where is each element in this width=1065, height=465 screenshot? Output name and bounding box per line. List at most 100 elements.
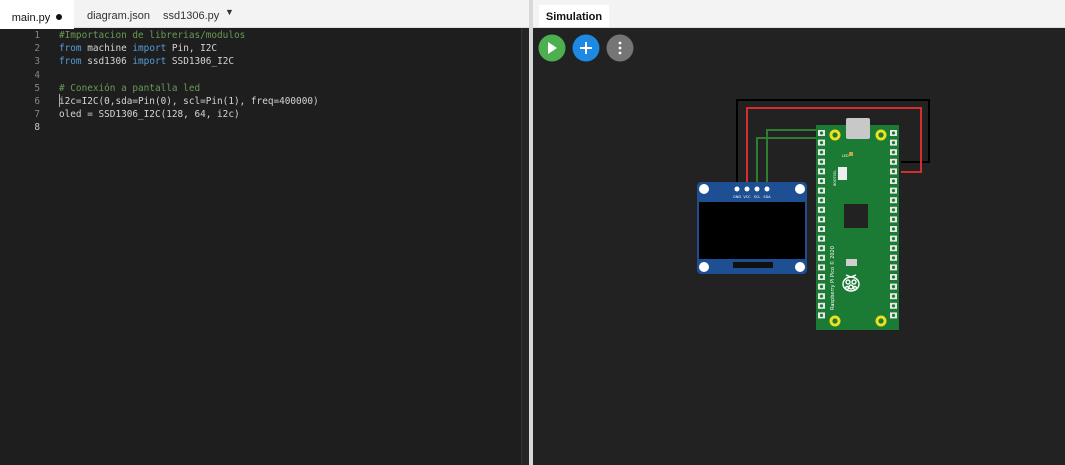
pico-pin-hole [891, 285, 896, 289]
tab-diagram-json[interactable]: diagram.json [87, 0, 150, 27]
code-text: from machine import Pin, I2C [59, 42, 217, 55]
pico-pin-hole [891, 189, 896, 193]
code-token: ssd1306 [81, 56, 133, 68]
pico-pin-hole [819, 217, 824, 221]
play-button[interactable] [538, 34, 566, 62]
code-line[interactable]: 3 from ssd1306 import SSD1306_I2C [0, 55, 521, 68]
editor-tab-bar: main.py diagram.json ssd1306.py ▼ [0, 0, 529, 29]
unsaved-dot-icon [56, 14, 63, 21]
pico-pin-hole [819, 198, 824, 202]
code-line[interactable]: 6 i2c=I2C(0,sda=Pin(0), scl=Pin(1), freq=… [0, 95, 521, 108]
pico-pin-hole [819, 275, 824, 279]
code-line[interactable]: 4 [0, 69, 521, 82]
pico-pin-hole [891, 304, 896, 308]
kebab-menu-icon [618, 41, 622, 55]
oled-pin-label: GND [733, 195, 741, 199]
pico-pin-hole [891, 227, 896, 231]
line-number: 6 [34, 96, 40, 107]
pico-pin-hole [891, 169, 896, 173]
code-line[interactable]: 8 [0, 121, 521, 134]
code-text: i2c=I2C(0,sda=Pin(0), scl=Pin(1), freq=4… [59, 95, 319, 108]
keyword-token: from [59, 56, 82, 68]
keyword-token: import [132, 56, 167, 68]
tab-ssd1306-py[interactable]: ssd1306.py [163, 0, 219, 27]
oled-ribbon [733, 262, 773, 268]
pico-pin-hole [891, 217, 896, 221]
line-number: 3 [34, 56, 40, 68]
tab-label: main.py [11, 12, 51, 24]
pico-pin-hole [819, 304, 824, 308]
code-token: oled = SSD1306_I2C(128, 64, i2c) [59, 109, 240, 121]
pico-pin-hole [819, 256, 824, 260]
pico-pin-hole [819, 169, 824, 173]
keyword-token: import [132, 43, 167, 55]
pico-pin-hole [891, 150, 896, 154]
pico-pin-hole [891, 313, 896, 317]
line-number: 4 [34, 69, 40, 81]
pico-pin-hole [891, 141, 896, 145]
pico-pin-hole [819, 131, 824, 135]
pico-pin-hole [891, 179, 896, 183]
pico-pin-hole [819, 265, 824, 269]
oled-screen [699, 202, 805, 259]
comment-token: #Importacion de librerias/modulos [59, 30, 246, 41]
pico-pin-hole [819, 237, 824, 241]
pico-pin-hole [891, 265, 896, 269]
caret-down-icon[interactable]: ▼ [225, 0, 234, 23]
pico-pin-hole [891, 160, 896, 164]
pico-pin-hole [819, 208, 824, 212]
pico-pin-hole [819, 150, 824, 154]
code-token: SSD1306_I2C [166, 56, 234, 68]
line-number: 2 [34, 43, 40, 55]
pico-pin-hole [891, 131, 896, 135]
code-line[interactable]: 1 #Importacion de librerias/modulos [0, 29, 521, 42]
comment-token: # Conexión a pantalla led [59, 82, 201, 94]
pico-pin-hole [891, 275, 896, 279]
pico-pin-hole [819, 294, 824, 298]
tab-label: diagram.json [87, 10, 150, 22]
code-text: #Importacion de librerias/modulos [59, 29, 245, 42]
code-line[interactable]: 5 # Conexión a pantalla led [0, 82, 521, 95]
pico-pin-hole [891, 198, 896, 202]
pico-pin-hole [891, 246, 896, 250]
pico-pin-hole [819, 189, 824, 193]
code-area[interactable]: 1 #Importacion de librerias/modulos 2 from … [0, 28, 521, 465]
code-token: Pin, I2C [166, 43, 218, 55]
raspberry-pi-pico-board[interactable]: Raspberry Pi Pico © 2020 LED BOOTSEL [816, 118, 899, 330]
pico-board-label: Raspberry Pi Pico © 2020 [829, 246, 836, 310]
code-editor-pane: main.py diagram.json ssd1306.py ▼ 1 #Impo… [0, 0, 530, 465]
pico-pin-hole [819, 227, 824, 231]
usb-port [846, 118, 870, 139]
code-line[interactable]: 7 oled = SSD1306_I2C(128, 64, i2c) [0, 108, 521, 121]
pico-pin-hole [891, 208, 896, 212]
add-part-button[interactable] [572, 34, 600, 62]
pico-pin-hole [819, 179, 824, 183]
code-token: machine [81, 43, 133, 55]
tab-label: ssd1306.py [163, 10, 220, 22]
pico-pin-hole [891, 294, 896, 298]
line-number: 8 [34, 122, 40, 134]
code-text: from ssd1306 import SSD1306_I2C [59, 55, 234, 68]
pico-pin-hole [819, 246, 824, 250]
simulation-pane: Simulation GND VCC SCL SDA Raspberry Pi … [533, 0, 1065, 465]
bootsel-button [838, 167, 847, 180]
oled-display-module[interactable]: GND VCC SCL SDA [697, 182, 807, 274]
code-text: # Conexión a pantalla led [59, 82, 200, 95]
oled-pin-label: VCC [743, 195, 751, 199]
oled-pin-label: SDA [763, 195, 771, 199]
tab-main-py[interactable]: main.py [0, 0, 74, 29]
line-number: 7 [34, 109, 40, 121]
oled-pin-label: SCL [754, 195, 761, 199]
pico-pin-hole [819, 285, 824, 289]
led-label: LED [842, 154, 849, 158]
more-options-button[interactable] [606, 34, 634, 62]
pico-pin-hole [891, 256, 896, 260]
rp2040-chip [844, 204, 868, 228]
simulation-canvas[interactable]: GND VCC SCL SDA Raspberry Pi Pico © 2020… [533, 0, 1065, 465]
keyword-token: from [59, 43, 82, 55]
pico-pin-hole [819, 141, 824, 145]
code-text: oled = SSD1306_I2C(128, 64, i2c) [59, 108, 240, 121]
text-cursor [59, 94, 60, 107]
code-line[interactable]: 2 from machine import Pin, I2C [0, 42, 521, 55]
pico-pin-hole [819, 313, 824, 317]
